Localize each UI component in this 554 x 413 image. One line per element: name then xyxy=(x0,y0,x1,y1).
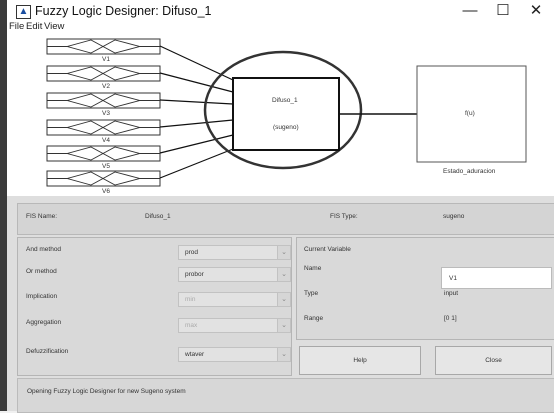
defuzzification-select[interactable]: wtaver ⌄ xyxy=(178,347,291,362)
input-label-v2: V2 xyxy=(102,83,110,90)
status-bar: Opening Fuzzy Logic Designer for new Sug… xyxy=(17,378,554,413)
methods-panel: And method prod ⌄ Or method probor ⌄ Imp… xyxy=(17,237,292,376)
input-label-v6: V6 xyxy=(102,188,110,195)
fis-type-caption: FIS Type: xyxy=(330,213,358,220)
input-label-v3: V3 xyxy=(102,110,110,117)
fis-name-caption: FIS Name: xyxy=(26,213,58,220)
fis-info-row: FIS Name: Difuso_1 FIS Type: sugeno xyxy=(17,203,554,235)
maximize-button[interactable]: ☐ xyxy=(488,1,518,21)
implication-label: Implication xyxy=(26,293,58,300)
menu-edit[interactable]: Edit xyxy=(26,21,42,32)
output-func-label: f(u) xyxy=(465,110,475,117)
output-name-label: Estado_aduracion xyxy=(443,168,496,175)
input-box-v4[interactable] xyxy=(46,119,161,136)
input-connections xyxy=(159,45,234,179)
input-label-v4: V4 xyxy=(102,137,110,144)
or-method-select[interactable]: probor ⌄ xyxy=(178,267,291,282)
close-window-button[interactable]: ✕ xyxy=(521,1,551,21)
chevron-down-icon: ⌄ xyxy=(277,268,290,281)
menu-bar: File Edit View xyxy=(7,20,554,34)
fis-kind-label: (sugeno) xyxy=(273,124,299,131)
input-label-v5: V5 xyxy=(102,163,110,170)
input-box-v2[interactable] xyxy=(46,65,161,82)
help-button[interactable]: Help xyxy=(299,346,421,375)
defuzzification-label: Defuzzification xyxy=(26,348,69,355)
variable-type-value: input xyxy=(444,290,459,297)
menu-view[interactable]: View xyxy=(44,21,64,32)
input-label-v1: V1 xyxy=(102,56,110,63)
variable-range-label: Range xyxy=(304,315,324,322)
implication-select: min ⌄ xyxy=(178,292,291,307)
fis-name-label: Difuso_1 xyxy=(272,97,298,104)
menu-file[interactable]: File xyxy=(9,21,24,32)
fis-type-value: sugeno xyxy=(443,213,465,220)
aggregation-label: Aggregation xyxy=(26,319,62,326)
app-icon: ▲ xyxy=(16,5,31,19)
variable-name-field[interactable]: V1 xyxy=(441,267,552,289)
fis-block xyxy=(232,77,340,151)
aggregation-select: max ⌄ xyxy=(178,318,291,333)
current-variable-title: Current Variable xyxy=(304,246,351,253)
input-box-v1[interactable] xyxy=(46,38,161,55)
close-button[interactable]: Close xyxy=(435,346,552,375)
variable-name-label: Name xyxy=(304,265,322,272)
input-box-v6[interactable] xyxy=(46,170,161,187)
window-title: Fuzzy Logic Designer: Difuso_1 xyxy=(35,4,212,18)
variable-range-value: [0 1] xyxy=(444,315,457,322)
chevron-down-icon: ⌄ xyxy=(277,246,290,259)
input-box-v3[interactable] xyxy=(46,92,161,109)
chevron-down-icon: ⌄ xyxy=(277,293,290,306)
input-box-v5[interactable] xyxy=(46,145,161,162)
desktop-edge xyxy=(0,0,7,411)
fis-name-value: Difuso_1 xyxy=(145,213,171,220)
minimize-button[interactable]: — xyxy=(455,1,485,21)
and-method-label: And method xyxy=(26,246,62,253)
fis-diagram: V1 V2 V3 V4 V5 V6 Difuso_1 (sugeno) f(u)… xyxy=(7,34,554,196)
variable-type-label: Type xyxy=(304,290,319,297)
or-method-label: Or method xyxy=(26,268,57,275)
and-method-select[interactable]: prod ⌄ xyxy=(178,245,291,260)
status-text: Opening Fuzzy Logic Designer for new Sug… xyxy=(27,388,186,395)
chevron-down-icon: ⌄ xyxy=(277,348,290,361)
chevron-down-icon: ⌄ xyxy=(277,319,290,332)
